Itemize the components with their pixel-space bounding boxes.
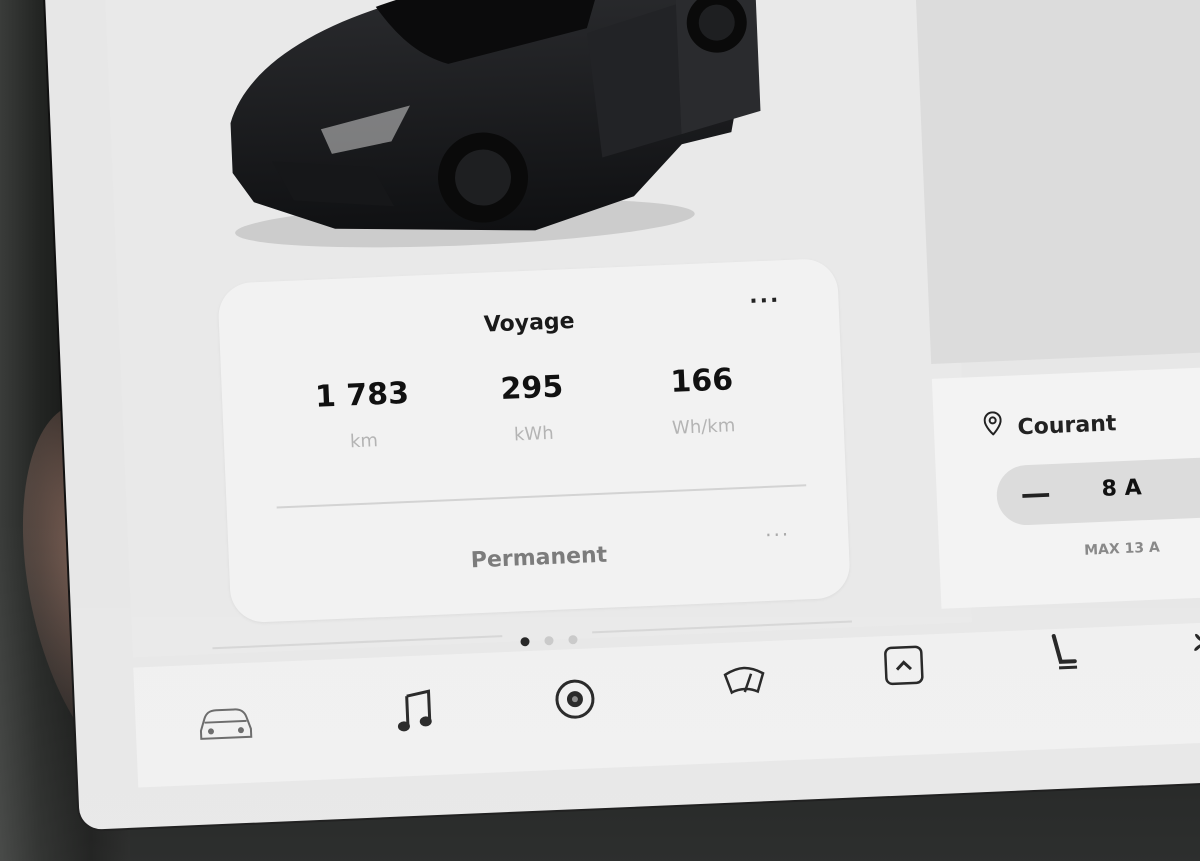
location-pin-icon xyxy=(983,411,1010,442)
chevron-up-icon[interactable] xyxy=(873,634,935,696)
seat-heater-icon[interactable] xyxy=(1032,622,1094,684)
right-panel-top xyxy=(912,0,1200,364)
stat-unit: kWh xyxy=(513,422,555,446)
stat-value: 1 783 xyxy=(314,375,410,415)
touchscreen: Voyage ··· 1 783 km 295 kWh 166 Wh/km Pe… xyxy=(43,0,1200,831)
trip-card[interactable]: Voyage ··· 1 783 km 295 kWh 166 Wh/km Pe… xyxy=(217,257,851,624)
page-dot[interactable] xyxy=(544,636,554,646)
music-icon[interactable] xyxy=(384,680,446,742)
stat-value: 295 xyxy=(499,369,564,407)
page-indicator[interactable] xyxy=(515,629,583,651)
camera-icon[interactable] xyxy=(544,668,606,730)
stat-energy: 295 kWh xyxy=(456,368,609,448)
wiper-icon[interactable] xyxy=(713,651,775,713)
stat-value: 166 xyxy=(669,362,734,400)
current-label: Courant xyxy=(1017,411,1117,441)
current-value: 8 A xyxy=(1101,475,1143,502)
stat-unit: Wh/km xyxy=(671,415,736,439)
page-dot[interactable] xyxy=(568,634,578,645)
stat-distance: 1 783 km xyxy=(286,375,439,455)
trip-more-button[interactable]: ··· xyxy=(749,288,781,314)
stat-efficiency: 166 Wh/km xyxy=(626,360,779,440)
trip-title: Voyage xyxy=(483,308,576,338)
page-dot[interactable] xyxy=(520,637,530,647)
car-illustration[interactable] xyxy=(205,0,787,274)
permanent-more-button[interactable]: ··· xyxy=(765,522,791,547)
current-max-label: MAX 13 A xyxy=(1083,539,1161,559)
stat-unit: km xyxy=(349,430,379,453)
current-label-row: Courant xyxy=(983,406,1117,442)
current-stepper[interactable]: — 8 A xyxy=(995,453,1200,527)
card-divider xyxy=(276,484,807,509)
trip-permanent-title: Permanent xyxy=(470,542,608,574)
fan-icon[interactable] xyxy=(1172,612,1200,674)
car-icon[interactable] xyxy=(194,693,256,755)
current-decrease-button[interactable]: — xyxy=(1020,476,1051,512)
